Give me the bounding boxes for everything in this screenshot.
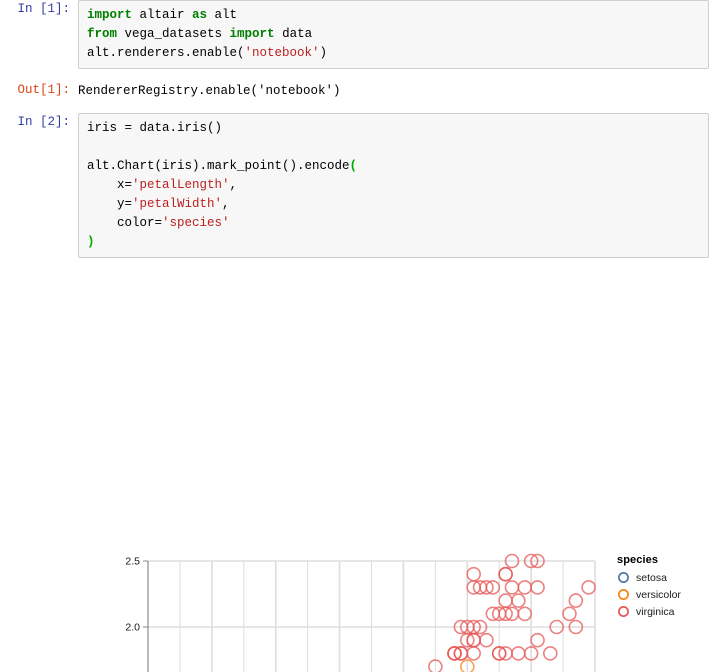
legend-marker-icon	[618, 589, 629, 600]
code-token: 'species'	[162, 216, 230, 230]
legend-items: setosa versicolor virginica	[617, 569, 681, 620]
code-line: iris = data.iris()	[87, 119, 708, 138]
y-axis-title: petalWidth	[32, 665, 44, 672]
chart-legend: species setosa versicolor virginica	[617, 554, 681, 620]
code-token: as	[192, 8, 208, 22]
legend-item-virginica[interactable]: virginica	[617, 603, 681, 620]
code-token: vega_datasets	[117, 27, 230, 41]
legend-item-label: virginica	[636, 605, 675, 618]
code-token: from	[87, 27, 118, 41]
code-token: import	[229, 27, 275, 41]
code-token: (	[349, 159, 358, 173]
cell-output-text-1: RendererRegistry.enable('notebook')	[78, 81, 709, 101]
code-line: alt.renderers.enable('notebook')	[87, 44, 708, 63]
legend-marker-icon	[618, 606, 629, 617]
notebook-cell-in-1[interactable]: In [1]: import altair as alt from vega_da…	[0, 0, 709, 69]
jupyter-notebook: In [1]: import altair as alt from vega_da…	[0, 0, 709, 672]
code-line: import altair as alt	[87, 6, 708, 25]
code-token: x=	[87, 178, 133, 192]
legend-marker-icon	[618, 572, 629, 583]
code-line: RendererRegistry.enable('notebook')	[78, 82, 709, 101]
code-editor-2[interactable]: iris = data.iris() alt.Chart(iris).mark_…	[78, 113, 709, 258]
code-token: altair	[132, 8, 193, 22]
legend-title: species	[617, 554, 659, 566]
code-line: alt.Chart(iris).mark_point().encode(	[87, 157, 708, 176]
notebook-cell-out-1: Out[1]: RendererRegistry.enable('noteboo…	[0, 81, 709, 101]
code-token: 'petalWidth'	[132, 197, 223, 211]
legend-item-setosa[interactable]: setosa	[617, 569, 681, 586]
code-token: iris = data.iris()	[87, 121, 223, 135]
code-token: 'notebook'	[244, 46, 320, 60]
y-tick-label: 2.5	[125, 556, 140, 568]
code-token: 'petalLength'	[132, 178, 230, 192]
code-token: RendererRegistry.enable('notebook')	[78, 84, 341, 98]
code-token: ,	[229, 178, 238, 192]
cell-output-chart-2: 0.00.51.01.52.02.53.03.54.04.55.05.56.06…	[0, 264, 709, 672]
code-token: alt.Chart(iris).mark_point().encode	[87, 159, 350, 173]
code-line: )	[87, 233, 708, 252]
cell-prompt-out-1: Out[1]:	[17, 83, 70, 97]
code-line: color='species'	[87, 214, 708, 233]
legend-item-versicolor[interactable]: versicolor	[617, 586, 681, 603]
code-token: data	[274, 27, 313, 41]
code-token: ,	[222, 197, 230, 211]
code-line: x='petalLength',	[87, 176, 708, 195]
code-token: alt.renderers.enable(	[87, 46, 245, 60]
legend-item-label: versicolor	[636, 588, 681, 601]
cell-prompt-in-2: In [2]:	[17, 115, 70, 129]
y-tick-label: 2.0	[125, 622, 140, 634]
code-editor-1[interactable]: import altair as alt from vega_datasets i…	[78, 0, 709, 69]
scatter-plot: 0.00.51.01.52.02.53.03.54.04.55.05.56.06…	[125, 553, 596, 672]
code-line: from vega_datasets import data	[87, 25, 708, 44]
code-token: )	[319, 46, 328, 60]
notebook-cell-in-2[interactable]: In [2]: iris = data.iris() alt.Chart(iri…	[0, 113, 709, 258]
code-token: import	[87, 8, 133, 22]
legend-item-label: setosa	[636, 571, 667, 584]
cell-prompt-in-1: In [1]:	[17, 2, 70, 16]
code-token: )	[87, 235, 95, 249]
scatter-plot-svg: 0.00.51.01.52.02.53.03.54.04.55.05.56.06…	[125, 553, 596, 672]
code-line: y='petalWidth',	[87, 195, 708, 214]
code-token: y=	[87, 197, 133, 211]
code-token: alt	[207, 8, 238, 22]
code-token: color=	[87, 216, 163, 230]
